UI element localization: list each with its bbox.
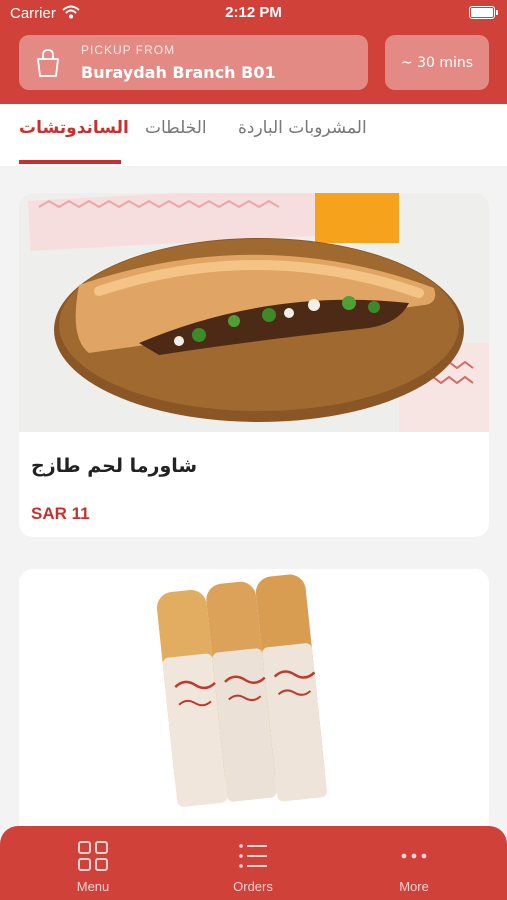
product-image: [19, 569, 489, 869]
battery-icon: [469, 6, 498, 19]
category-tabs: الساندوتشات الخلطات المشروبات الباردة: [0, 104, 507, 166]
branch-name: Buraydah Branch B01: [81, 63, 276, 82]
product-image: [19, 193, 489, 432]
active-tab-indicator: [19, 160, 121, 164]
header: Carrier 2:12 PM PICKUP FROM Buraydah Bra…: [0, 0, 507, 104]
bottom-nav: Menu Orders More: [0, 826, 507, 900]
tab-sandwiches[interactable]: الساندوتشات: [19, 118, 129, 138]
product-card[interactable]: [19, 569, 489, 869]
product-name: شاورما لحم طازج: [31, 455, 198, 477]
grid-icon: [78, 841, 108, 871]
nav-orders-label: Orders: [233, 879, 273, 894]
pickup-branch-selector[interactable]: PICKUP FROM Buraydah Branch B01: [19, 35, 368, 90]
status-bar: Carrier 2:12 PM: [0, 0, 507, 28]
eta-badge[interactable]: ~ 30 mins: [385, 35, 489, 90]
nav-more[interactable]: More: [354, 826, 474, 900]
nav-menu-label: Menu: [76, 879, 110, 894]
eta-text: ~ 30 mins: [400, 54, 474, 71]
product-price: SAR 11: [31, 504, 90, 523]
nav-orders[interactable]: Orders: [193, 826, 313, 900]
tab-mixes[interactable]: الخلطات: [145, 118, 207, 138]
more-dots-icon: [401, 853, 427, 859]
pickup-label: PICKUP FROM: [81, 43, 176, 57]
product-card[interactable]: شاورما لحم طازج SAR 11: [19, 193, 489, 537]
nav-menu[interactable]: Menu: [33, 826, 153, 900]
nav-more-label: More: [399, 879, 429, 894]
list-icon: [239, 844, 267, 868]
tab-cold-drinks[interactable]: المشروبات الباردة: [238, 118, 367, 138]
shopping-bag-icon: [37, 49, 59, 77]
status-time: 2:12 PM: [225, 4, 282, 21]
